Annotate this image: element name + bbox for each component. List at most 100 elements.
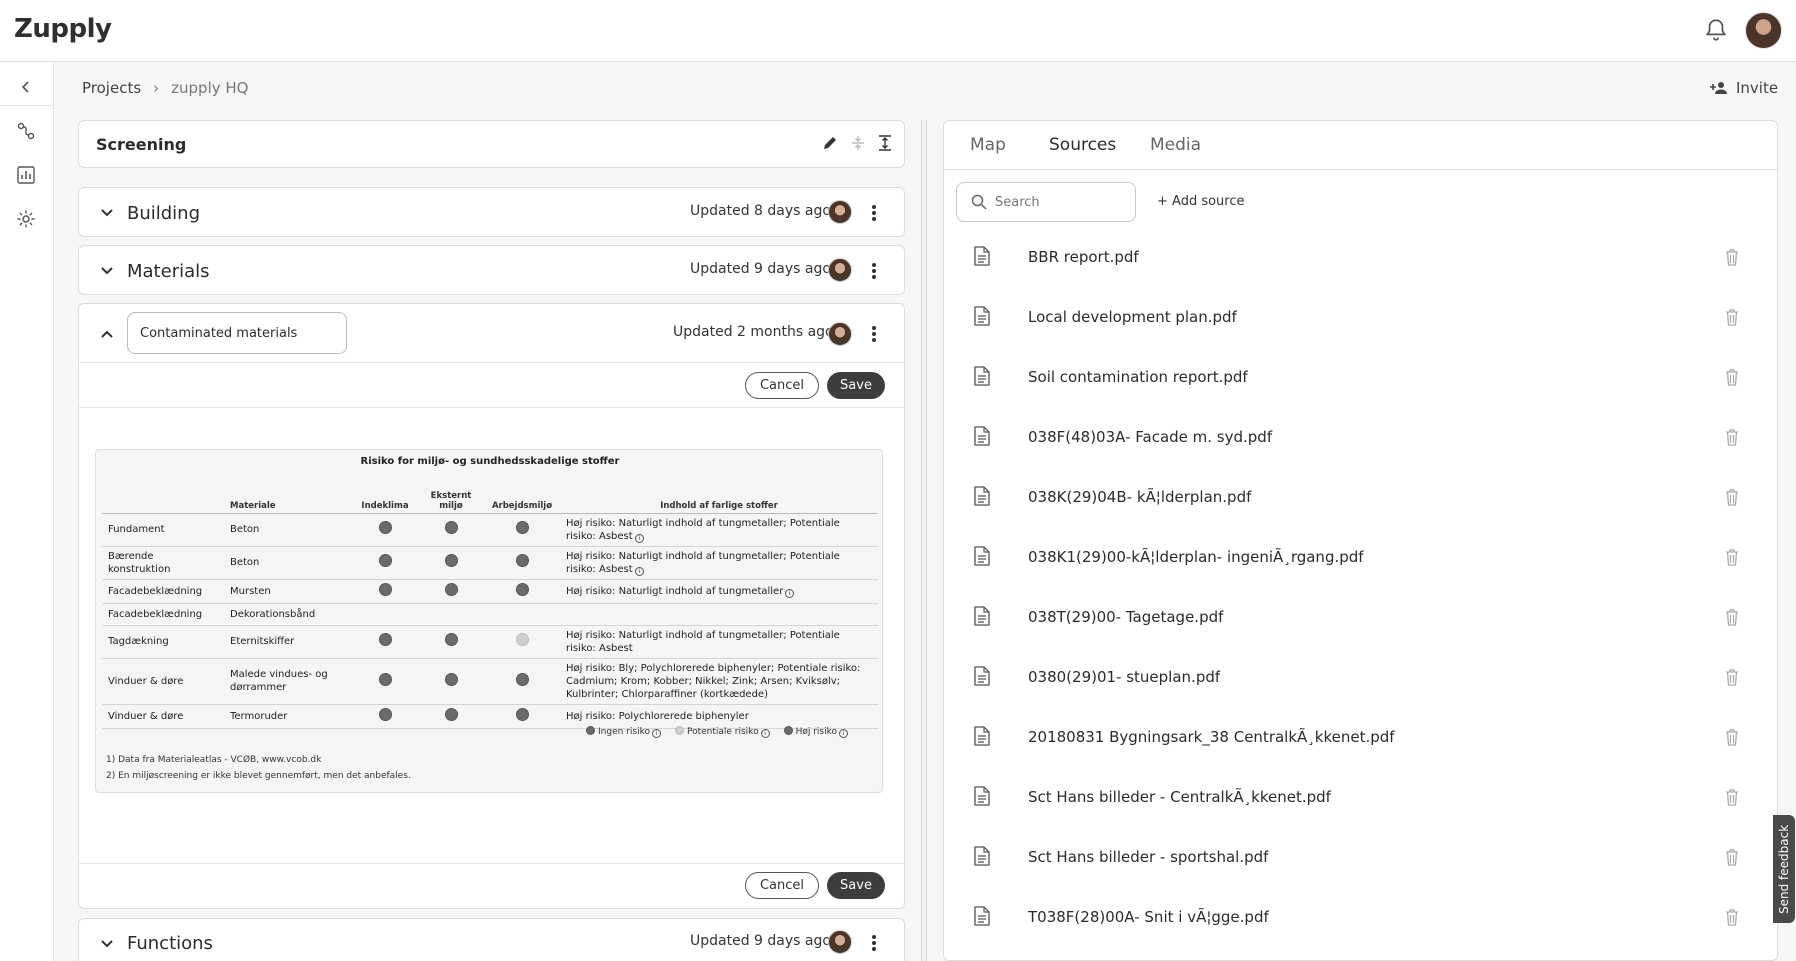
header-material: Materiale [224, 488, 352, 514]
footnote-2: 2) En miljøscreening er ikke blevet genn… [106, 771, 411, 781]
source-name[interactable]: Soil contamination report.pdf [1028, 368, 1248, 386]
trash-icon[interactable] [1725, 429, 1739, 446]
bell-icon[interactable] [1703, 16, 1729, 44]
gear-icon[interactable] [14, 207, 38, 231]
source-row[interactable]: Local development plan.pdf [944, 289, 1779, 349]
chart-icon[interactable] [14, 163, 38, 187]
source-row[interactable]: 038T(29)00- Tagetage.pdf [944, 589, 1779, 649]
source-name[interactable]: 20180831 Bygningsark_38 CentralkÃ¸kkenet… [1028, 728, 1395, 746]
collapse-all-icon[interactable] [849, 134, 869, 154]
search-input[interactable] [995, 194, 1125, 210]
more-options-icon[interactable] [871, 205, 877, 221]
source-row[interactable]: 0380(29)01- stueplan.pdf [944, 649, 1779, 709]
info-icon: i [760, 729, 770, 738]
source-row[interactable]: T038F(28)00A- Snit i vÃ¦gge.pdf [944, 889, 1779, 949]
source-name[interactable]: Local development plan.pdf [1028, 308, 1237, 326]
trash-icon[interactable] [1725, 549, 1739, 566]
section-contaminated-updated: Updated 2 months ago [673, 324, 834, 340]
chevron-up-icon[interactable] [98, 325, 116, 343]
avatar [828, 930, 852, 954]
save-button-bottom[interactable]: Save [827, 872, 885, 899]
divider [79, 362, 904, 363]
source-row[interactable]: 20180831 Bygningsark_38 CentralkÃ¸kkenet… [944, 709, 1779, 769]
section-title-input[interactable] [127, 312, 347, 354]
source-row[interactable]: BBR report.pdf [944, 229, 1779, 289]
source-name[interactable]: 038T(29)00- Tagetage.pdf [1028, 608, 1223, 626]
right-panel: Map Sources Media + Add source BBR repor… [943, 120, 1779, 961]
pencil-icon[interactable] [821, 134, 841, 154]
source-name[interactable]: T038F(28)00A- Snit i vÃ¦gge.pdf [1028, 908, 1269, 926]
trash-icon[interactable] [1725, 849, 1739, 866]
trash-icon[interactable] [1725, 909, 1739, 926]
row-material: Beton [224, 546, 352, 580]
source-name[interactable]: 0380(29)01- stueplan.pdf [1028, 668, 1220, 686]
trash-icon[interactable] [1725, 249, 1739, 266]
route-icon[interactable] [14, 119, 38, 143]
avatar [828, 322, 852, 346]
source-row[interactable]: 038K(29)04B- kÃ¦lderplan.pdf [944, 469, 1779, 529]
risk-dot-high [444, 582, 458, 596]
add-source-button[interactable]: + Add source [1157, 194, 1245, 209]
source-name[interactable]: Sct Hans billeder - CentralkÃ¸kkenet.pdf [1028, 788, 1331, 806]
cancel-button[interactable]: Cancel [745, 372, 819, 399]
table-row: Vinduer & døre Malede vindues- og dørram… [102, 658, 878, 705]
row-content: Høj risiko: Naturligt indhold af tungmet… [566, 550, 840, 575]
panel-resize-handle[interactable] [921, 120, 927, 961]
cancel-button-bottom[interactable]: Cancel [745, 872, 819, 899]
more-options-icon[interactable] [871, 263, 877, 279]
trash-icon[interactable] [1725, 609, 1739, 626]
more-options-icon[interactable] [871, 326, 877, 342]
footnote-1: 1) Data fra Materialeatlas - VCØB, www.v… [106, 755, 322, 765]
breadcrumb: Projects › zupply HQ [82, 79, 248, 97]
risk-dot-high [444, 672, 458, 686]
trash-icon[interactable] [1725, 669, 1739, 686]
source-row[interactable]: Sct Hans billeder - sportshal.pdf [944, 829, 1779, 889]
tab-media[interactable]: Media [1150, 135, 1201, 155]
source-row[interactable]: Soil contamination report.pdf [944, 349, 1779, 409]
row-content: Høj risiko: Naturligt indhold af tungmet… [560, 625, 878, 659]
legend-high: Høj risiko i [783, 726, 849, 738]
row-material: Beton [224, 513, 352, 547]
row-content: Høj risiko: Polychlorerede biphenyler [560, 704, 878, 729]
chevron-down-icon[interactable] [98, 935, 116, 953]
breadcrumb-projects[interactable]: Projects [82, 79, 141, 97]
row-part: Facadebeklædning [102, 603, 224, 626]
user-avatar[interactable] [1745, 12, 1782, 49]
source-name[interactable]: BBR report.pdf [1028, 248, 1139, 266]
source-row[interactable]: 038F(48)03A- Facade m. syd.pdf [944, 409, 1779, 469]
row-part: Bærende konstruktion [102, 546, 224, 580]
source-name[interactable]: Sct Hans billeder - sportshal.pdf [1028, 848, 1268, 866]
tab-sources[interactable]: Sources [1049, 135, 1116, 155]
more-options-icon[interactable] [871, 935, 877, 951]
trash-icon[interactable] [1725, 309, 1739, 326]
chevron-down-icon[interactable] [98, 204, 116, 222]
search-box[interactable] [956, 182, 1136, 222]
row-material: Eternitskiffer [224, 625, 352, 659]
expand-all-icon[interactable] [876, 134, 896, 154]
source-row[interactable]: 038K1(29)00-kÃ¦lderplan- ingeniÃ¸rgang.p… [944, 529, 1779, 589]
app-logo[interactable]: Zupply [14, 14, 112, 44]
trash-icon[interactable] [1725, 729, 1739, 746]
risk-dot-high [444, 554, 458, 567]
source-row[interactable]: Sct Hans billeder - CentralkÃ¸kkenet.pdf [944, 769, 1779, 829]
file-icon [974, 366, 990, 386]
file-icon [974, 426, 990, 446]
risk-legend: Ingen risiko i Potentiale risiko i Høj ris… [586, 726, 849, 738]
trash-icon[interactable] [1725, 489, 1739, 506]
search-icon [971, 194, 987, 210]
file-icon [974, 726, 990, 746]
source-name[interactable]: 038K1(29)00-kÃ¦lderplan- ingeniÃ¸rgang.p… [1028, 548, 1364, 566]
send-feedback-tab[interactable]: Send feedback [1773, 815, 1795, 923]
tab-map[interactable]: Map [970, 135, 1006, 155]
risk-table-title: Risiko for miljø- og sundhedsskadelige s… [360, 456, 620, 467]
source-name[interactable]: 038K(29)04B- kÃ¦lderplan.pdf [1028, 488, 1251, 506]
invite-button[interactable]: Invite [1710, 79, 1778, 97]
trash-icon[interactable] [1725, 369, 1739, 386]
save-button[interactable]: Save [827, 372, 885, 399]
trash-icon[interactable] [1725, 789, 1739, 806]
collapse-chevron-icon[interactable] [14, 75, 38, 99]
source-name[interactable]: 038F(48)03A- Facade m. syd.pdf [1028, 428, 1272, 446]
chevron-down-icon[interactable] [98, 262, 116, 280]
header-indoor: Indeklima [352, 488, 418, 514]
divider [79, 407, 904, 408]
